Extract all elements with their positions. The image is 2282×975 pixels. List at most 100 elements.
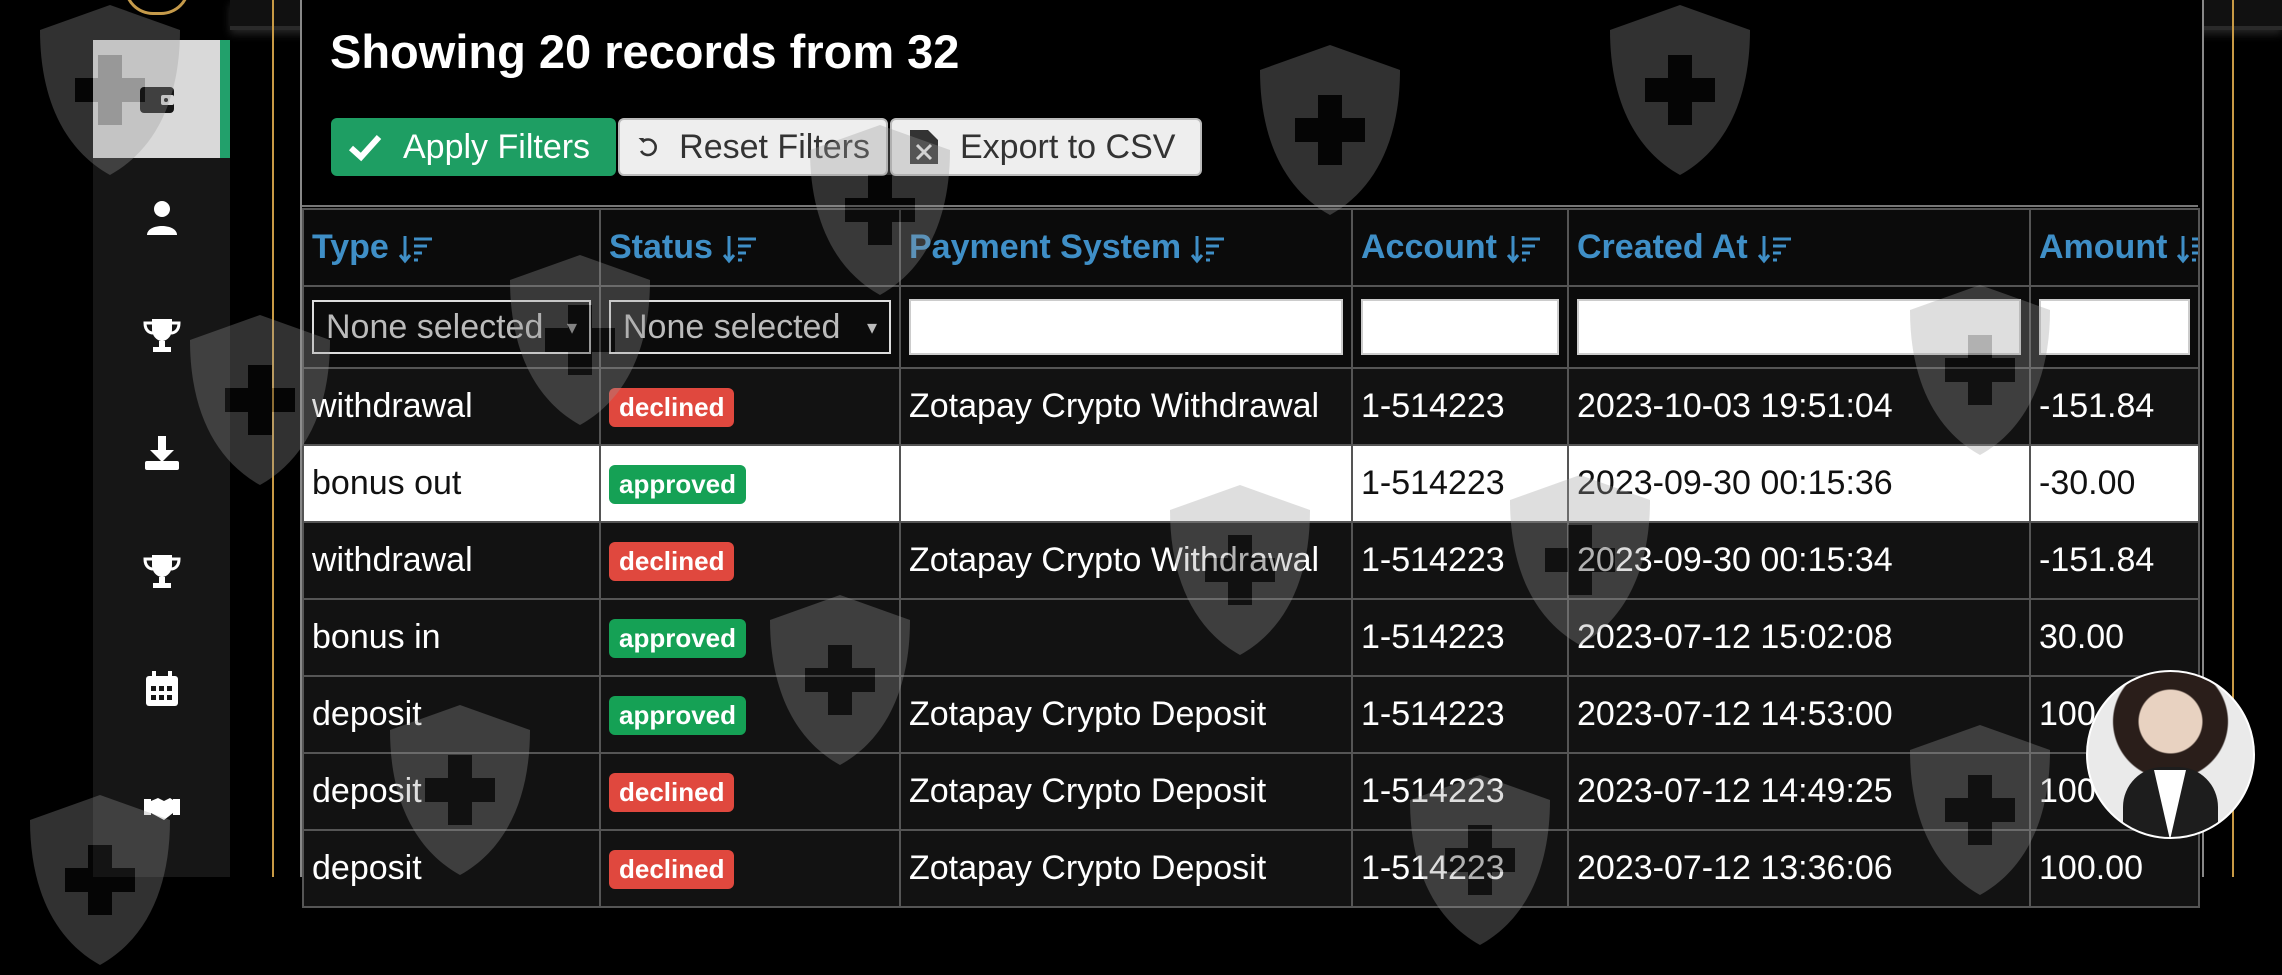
status-badge: approved [609,619,747,658]
handshake-icon [143,798,180,820]
sort-icon [722,236,756,264]
sidebar-item-profile[interactable] [93,158,230,276]
cell-status: approved [599,675,901,754]
filter-cell [899,285,1353,369]
column-header-type[interactable]: Type [302,208,601,287]
sidebar-item-calendar[interactable] [93,630,230,748]
cell-account[interactable]: 1-514223 [1351,367,1569,446]
created-at-filter-input[interactable] [1577,299,2021,355]
filter-cell [1351,285,1569,369]
table-row: deposit declined Zotapay Crypto Deposit 1-5… [302,752,2200,831]
column-header-payment-system[interactable]: Payment System [899,208,1353,287]
amount-filter-input[interactable] [2039,299,2190,355]
cell-account[interactable]: 1-514223 [1351,598,1569,677]
support-chat-avatar[interactable] [2086,670,2255,839]
status-badge: declined [609,773,735,812]
status-badge: declined [609,388,735,427]
cell-payment-system: Zotapay Crypto Withdrawal [899,367,1353,446]
cell-type: deposit [302,752,601,831]
status-badge: declined [609,542,735,581]
filter-cell: None selected ▾ [302,285,601,369]
cell-payment-system: Zotapay Crypto Withdrawal [899,521,1353,600]
cell-created-at: 2023-10-03 19:51:04 [1567,367,2031,446]
sidebar-item-trophy[interactable] [93,276,230,394]
user-icon [146,201,177,235]
status-filter-select[interactable]: None selected ▾ [609,300,891,354]
sort-icon [2177,236,2197,264]
table-row: deposit approved Zotapay Crypto Deposit 1-5… [302,675,2200,754]
cell-amount: 100.00 [2029,829,2200,908]
column-label: Account [1361,228,1497,266]
sidebar [93,40,230,877]
column-header-created-at[interactable]: Created At [1567,208,2031,287]
sidebar-item-download[interactable] [93,394,230,512]
sidebar-item-partners[interactable] [93,748,230,866]
reset-filters-button[interactable]: Reset Filters [618,118,888,176]
cell-status: declined [599,752,901,831]
chevron-down-icon: ▾ [866,316,877,339]
sidebar-item-wallet[interactable] [93,40,230,158]
filter-cell [1567,285,2031,369]
filter-cell [2029,285,2200,369]
cell-status: declined [599,367,901,446]
status-badge: approved [609,465,747,504]
cell-status: declined [599,829,901,908]
check-icon [348,134,382,162]
account-filter-input[interactable] [1361,299,1559,355]
wallet-icon [139,87,174,113]
cell-created-at: 2023-09-30 00:15:34 [1567,521,2031,600]
sort-icon [1507,236,1540,264]
trophy-icon [142,319,181,352]
trophy-icon [142,555,181,588]
download-icon [144,436,179,470]
column-header-amount[interactable]: Amount [2029,208,2200,287]
cell-account[interactable]: 1-514223 [1351,752,1569,831]
filter-cell: None selected ▾ [599,285,901,369]
filter-row: None selected ▾ None selected ▾ [302,285,2200,369]
payment-system-filter-input[interactable] [909,299,1343,355]
table-row: bonus out approved 1-514223 2023-09-30 00:1… [302,444,2200,523]
column-label: Payment System [909,228,1182,266]
cell-type: withdrawal [302,367,601,446]
export-csv-button[interactable]: Export to CSV [890,118,1202,176]
sidebar-item-contests[interactable] [93,512,230,630]
brand-logo [124,0,190,15]
cell-type: bonus in [302,598,601,677]
cell-account[interactable]: 1-514223 [1351,829,1569,908]
cell-payment-system: Zotapay Crypto Deposit [899,675,1353,754]
file-csv-icon [910,130,938,164]
cell-type: bonus out [302,444,601,523]
cell-created-at: 2023-07-12 15:02:08 [1567,598,2031,677]
cell-status: approved [599,598,901,677]
type-filter-select[interactable]: None selected ▾ [312,300,591,354]
column-header-status[interactable]: Status [599,208,901,287]
calendar-icon [145,671,178,706]
sort-icon [1757,236,1791,264]
column-label: Created At [1577,228,1748,266]
cell-created-at: 2023-07-12 13:36:06 [1567,829,2031,908]
transactions-table: Type Status Payment System Account Creat… [302,208,2200,908]
cell-account[interactable]: 1-514223 [1351,444,1569,523]
sort-icon [398,236,432,264]
status-badge: approved [609,696,747,735]
cell-payment-system: Zotapay Crypto Deposit [899,829,1353,908]
cell-amount: 30.00 [2029,598,2200,677]
column-label: Type [312,228,389,266]
status-badge: declined [609,850,735,889]
cell-amount: -30.00 [2029,444,2200,523]
apply-filters-button[interactable]: Apply Filters [331,118,616,176]
cell-type: deposit [302,829,601,908]
page-title: Showing 20 records from 32 [330,25,960,78]
cell-account[interactable]: 1-514223 [1351,521,1569,600]
column-header-account[interactable]: Account [1351,208,1569,287]
cell-type: withdrawal [302,521,601,600]
cell-payment-system [899,598,1353,677]
cell-amount: -151.84 [2029,521,2200,600]
cell-created-at: 2023-07-12 14:53:00 [1567,675,2031,754]
table-row: withdrawal declined Zotapay Crypto Withdra… [302,521,2200,600]
sort-icon [1191,236,1225,264]
cell-account[interactable]: 1-514223 [1351,675,1569,754]
divider [302,205,2198,207]
chevron-down-icon: ▾ [566,316,577,339]
table-header-row: Type Status Payment System Account Creat… [302,208,2200,287]
